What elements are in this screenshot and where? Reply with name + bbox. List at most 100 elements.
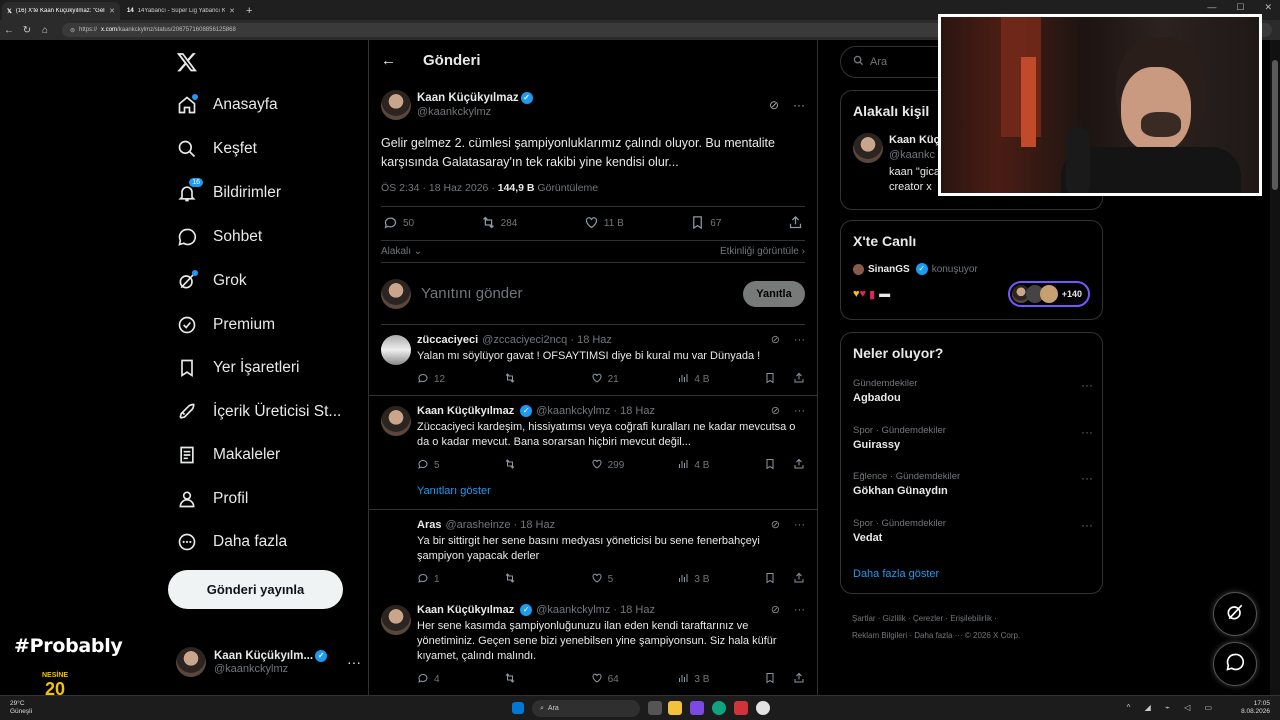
reply-handle[interactable]: @zccaciyeci2ncq · 18 Haz — [482, 333, 612, 347]
maximize-icon[interactable]: ☐ — [1236, 2, 1244, 13]
views-action[interactable]: 3 B — [677, 572, 747, 587]
tab-close-icon[interactable]: ✕ — [229, 7, 235, 15]
clock[interactable]: 17:05 8.08.2026 — [1241, 700, 1270, 716]
footer-line[interactable]: Şartlar · Gizlilik · Çerezler · Erişileb… — [852, 610, 1092, 627]
home-browser-icon[interactable]: ⌂ — [36, 25, 54, 36]
share-action[interactable] — [793, 572, 805, 587]
more-dots-icon[interactable]: ··· — [794, 404, 805, 418]
task-view-icon[interactable] — [648, 701, 662, 715]
new-tab-button[interactable]: + — [246, 2, 252, 20]
reply-post[interactable]: Aras @arasheinze · 18 Haz ⊘ ··· Ya bir sitti… — [369, 510, 817, 595]
nav-item-explore[interactable]: Keşfet — [176, 134, 257, 164]
grok-explain-icon[interactable]: ⊘ — [771, 518, 780, 532]
more-dots-icon[interactable]: ··· — [794, 518, 805, 532]
avatar[interactable] — [381, 605, 411, 635]
more-dots-icon[interactable]: ··· — [347, 654, 361, 670]
nav-item-profile[interactable]: Profil — [176, 484, 248, 514]
like-action[interactable]: 5 — [591, 572, 661, 587]
nav-item-bookmarks[interactable]: Yer İşaretleri — [176, 353, 299, 383]
nav-item-grok[interactable]: Grok — [176, 266, 247, 296]
reply-action[interactable]: 4 — [417, 672, 487, 687]
sort-dropdown[interactable]: Alakalı ⌄ — [381, 246, 422, 257]
repost-action[interactable] — [504, 372, 574, 387]
edge-icon[interactable] — [712, 701, 726, 715]
repost-action[interactable]: 284 — [481, 215, 517, 233]
browser-tab[interactable]: 14 14Yabancı - Süper Lig Yabancı Kural..… — [122, 2, 240, 20]
share-action[interactable] — [793, 458, 805, 473]
view-activity-link[interactable]: Etkinliği görüntüle › — [720, 246, 805, 257]
nav-item-home[interactable]: Anasayfa — [176, 90, 278, 120]
show-more-link[interactable]: Daha fazla göster — [853, 568, 939, 580]
reply-author[interactable]: Kaan Küçükyılmaz — [417, 404, 514, 418]
back-icon[interactable]: ← — [0, 25, 18, 36]
avatar[interactable] — [381, 335, 411, 365]
grok-explain-icon[interactable]: ⊘ — [771, 404, 780, 418]
scrollbar[interactable] — [1270, 40, 1280, 695]
windows-start-icon[interactable] — [512, 702, 524, 714]
bookmark-action[interactable] — [764, 372, 776, 387]
reply-action[interactable]: 50 — [383, 215, 414, 233]
repost-action[interactable] — [504, 458, 574, 473]
reply-author[interactable]: züccaciyeci — [417, 333, 478, 347]
reply-post[interactable]: züccaciyeci @zccaciyeci2ncq · 18 Haz ⊘ ··· Y… — [369, 325, 817, 396]
nav-item-more[interactable]: Daha fazla — [176, 527, 287, 557]
account-switcher[interactable]: Kaan Küçükyılm... ✓ @kaankckylmz ··· — [176, 642, 361, 682]
more-dots-icon[interactable]: ··· — [1081, 378, 1093, 392]
nav-item-notifications[interactable]: 16 Bildirimler — [176, 177, 281, 208]
reply-post[interactable]: Kaan Küçükyılmaz ✓ @kaankckylmz · 18 Haz ⊘ ·… — [369, 595, 817, 695]
post-button[interactable]: Gönderi yayınla — [168, 570, 343, 609]
site-info-icon[interactable]: ⊜ — [70, 27, 75, 34]
reply-input[interactable]: Yanıtını gönder — [421, 285, 743, 302]
reply-action[interactable]: 12 — [417, 372, 487, 387]
system-tray[interactable]: ^ ◢ ⌁ ◁ ▭ — [1127, 703, 1218, 712]
share-action[interactable] — [793, 672, 805, 687]
reply-handle[interactable]: @arasheinze · 18 Haz — [445, 518, 555, 532]
taskbar-search[interactable]: ⌕ Ara — [532, 700, 640, 717]
grok-explain-icon[interactable]: ⊘ — [771, 333, 780, 347]
bookmark-action[interactable] — [764, 672, 776, 687]
reply-post[interactable]: Kaan Küçükyılmaz ✓ @kaankckylmz · 18 Haz ⊘ ·… — [369, 396, 817, 510]
reply-author[interactable]: Kaan Küçükyılmaz — [417, 603, 514, 617]
nav-item-creator-studio[interactable]: İçerik Üreticisi St... — [176, 397, 341, 427]
nav-item-articles[interactable]: Makaleler — [176, 440, 280, 470]
avatar[interactable] — [381, 406, 411, 436]
x-logo-icon[interactable] — [176, 51, 198, 73]
browser-tab-active[interactable]: 𝕏 (16) X'te Kaan Küçükyılmaz: "Gelir... … — [2, 2, 120, 20]
trend-item[interactable]: Spor · Gündemdekiler Guirassy ··· — [853, 425, 1093, 465]
trend-item[interactable]: Spor · Gündemdekiler Vedat ··· — [853, 518, 1093, 558]
close-window-icon[interactable]: ✕ — [1264, 2, 1272, 13]
views-action[interactable]: 3 B — [677, 672, 747, 687]
avatar[interactable] — [381, 90, 411, 120]
footer-line[interactable]: Reklam Bilgileri · Daha fazla ··· © 2026… — [852, 627, 1092, 644]
more-dots-icon[interactable]: ··· — [1081, 425, 1093, 439]
trend-item[interactable]: Eğlence · Gündemdekiler Gökhan Günaydın ··… — [853, 471, 1093, 511]
nav-item-chat[interactable]: Sohbet — [176, 222, 262, 252]
more-dots-icon[interactable]: ··· — [1081, 518, 1093, 532]
more-dots-icon[interactable]: ··· — [1081, 471, 1093, 485]
trend-item[interactable]: Gündemdekiler Agbadou ··· — [853, 378, 1093, 418]
like-action[interactable]: 64 — [591, 672, 661, 687]
reload-icon[interactable]: ↻ — [18, 25, 36, 36]
tab-close-icon[interactable]: ✕ — [109, 7, 115, 15]
more-dots-icon[interactable]: ··· — [794, 333, 805, 347]
live-space[interactable]: SinanGS ✓ konuşuyor — [853, 263, 1090, 275]
reply-handle[interactable]: @kaankckylmz · 18 Haz — [536, 404, 655, 418]
back-arrow-icon[interactable]: ← — [381, 52, 411, 69]
share-action[interactable] — [793, 372, 805, 387]
more-dots-icon[interactable]: ··· — [793, 98, 805, 112]
show-replies-link[interactable]: Yanıtları göster — [417, 485, 805, 497]
bookmark-action[interactable] — [764, 458, 776, 473]
bookmark-action[interactable] — [764, 572, 776, 587]
like-action[interactable]: 21 — [591, 372, 661, 387]
author-name[interactable]: Kaan Küçükyılmaz — [417, 93, 519, 105]
scrollbar-thumb[interactable] — [1272, 60, 1278, 190]
grok-float-button[interactable] — [1213, 592, 1257, 636]
reply-handle[interactable]: @kaankckylmz · 18 Haz — [536, 603, 655, 617]
like-action[interactable]: 11 B — [584, 215, 624, 233]
grok-explain-icon[interactable]: ⊘ — [771, 603, 780, 617]
reply-action[interactable]: 5 — [417, 458, 487, 473]
app-icon[interactable] — [690, 701, 704, 715]
file-explorer-icon[interactable] — [668, 701, 682, 715]
author-handle[interactable]: @kaankckylmz — [417, 106, 533, 118]
repost-action[interactable] — [504, 572, 574, 587]
